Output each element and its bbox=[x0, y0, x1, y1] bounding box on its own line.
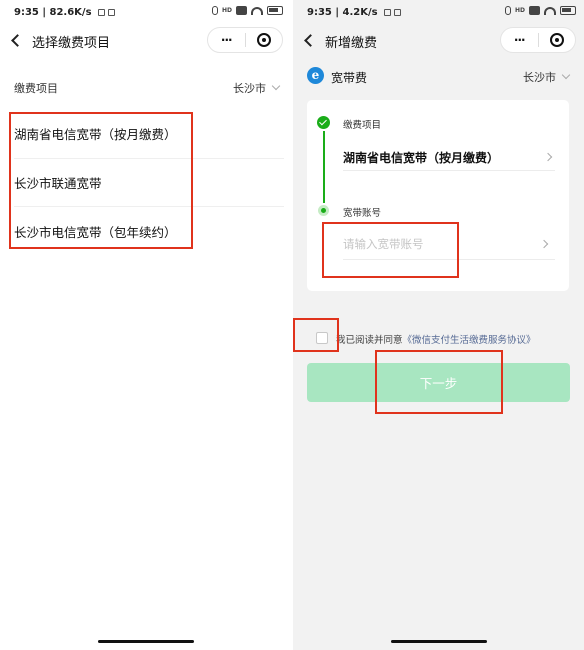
status-bar: 9:35 | 4.2K/s HD bbox=[293, 0, 584, 26]
close-miniprogram-button[interactable] bbox=[246, 33, 283, 47]
chevron-down-icon bbox=[561, 70, 571, 80]
item-label: 缴费项目 bbox=[343, 120, 382, 131]
home-indicator bbox=[390, 640, 487, 643]
bill-type-label: 宽带费 bbox=[331, 71, 368, 85]
home-indicator bbox=[97, 640, 194, 643]
nav-bar: 新增缴费 ··· bbox=[293, 26, 584, 54]
bluetooth-icon bbox=[211, 6, 218, 15]
more-menu-button[interactable]: ··· bbox=[501, 33, 538, 47]
hd-signal-icon: HD bbox=[514, 7, 525, 14]
back-icon[interactable] bbox=[10, 33, 22, 47]
target-icon bbox=[256, 33, 271, 47]
status-time-speed: 9:35 | 4.2K/s bbox=[307, 7, 378, 18]
signal-icon bbox=[529, 6, 540, 15]
notification-icon bbox=[394, 8, 402, 16]
city-selector[interactable]: 长沙市 bbox=[523, 69, 571, 85]
agreement-row: 我已阅读并同意《微信支付生活缴费服务协议》 bbox=[316, 331, 576, 347]
notification-icon bbox=[384, 8, 392, 16]
wifi-icon bbox=[251, 6, 263, 15]
miniprogram-capsule: ··· bbox=[500, 27, 576, 53]
page-title: 选择缴费项目 bbox=[32, 36, 111, 51]
check-circle-icon bbox=[317, 116, 330, 129]
close-miniprogram-button[interactable] bbox=[539, 33, 576, 47]
item-selector[interactable]: 湖南省电信宽带（按月缴费） bbox=[343, 143, 555, 171]
ie-logo-icon: e bbox=[307, 67, 324, 84]
chevron-right-icon bbox=[543, 152, 553, 162]
signal-icon bbox=[236, 6, 247, 15]
agreement-text: 我已阅读并同意 bbox=[336, 335, 403, 346]
next-step-button[interactable]: 下一步 bbox=[307, 363, 570, 402]
account-input[interactable] bbox=[343, 228, 555, 260]
right-phone-screen: 9:35 | 4.2K/s HD 新增缴费 ··· e 宽带费 长沙市 缴费项目 bbox=[293, 0, 584, 650]
wifi-icon bbox=[544, 6, 556, 15]
hd-signal-icon: HD bbox=[221, 7, 232, 14]
payment-form-card: 缴费项目 湖南省电信宽带（按月缴费） 宽带账号 bbox=[307, 100, 569, 291]
nav-bar: 选择缴费项目 ··· bbox=[0, 26, 291, 54]
agreement-checkbox[interactable] bbox=[316, 332, 328, 344]
left-phone-screen: 9:35 | 82.6K/s HD 选择缴费项目 ··· 缴费项目 长沙市 湖南… bbox=[0, 0, 291, 650]
current-step-icon bbox=[318, 205, 329, 216]
plan-item[interactable]: 长沙市联通宽带 bbox=[14, 159, 284, 207]
more-menu-button[interactable]: ··· bbox=[208, 33, 245, 47]
notification-icon bbox=[98, 8, 105, 16]
status-time-speed: 9:35 | 82.6K/s bbox=[14, 7, 92, 18]
plan-list: 湖南省电信宽带（按月缴费） 长沙市联通宽带 长沙市电信宽带（包年续约） bbox=[14, 110, 284, 256]
battery-icon bbox=[267, 6, 283, 15]
page-title: 新增缴费 bbox=[325, 36, 378, 51]
city-selector[interactable]: 长沙市 bbox=[233, 80, 281, 96]
miniprogram-capsule: ··· bbox=[207, 27, 283, 53]
status-bar: 9:35 | 82.6K/s HD bbox=[0, 0, 291, 26]
back-icon[interactable] bbox=[303, 33, 315, 47]
plan-header-label: 缴费项目 bbox=[14, 82, 58, 95]
step-connector bbox=[323, 131, 325, 203]
agreement-link[interactable]: 《微信支付生活缴费服务协议》 bbox=[403, 335, 536, 346]
bill-type-header: e 宽带费 长沙市 bbox=[307, 66, 571, 88]
item-value: 湖南省电信宽带（按月缴费） bbox=[343, 151, 500, 165]
plan-item[interactable]: 湖南省电信宽带（按月缴费） bbox=[14, 110, 284, 159]
plan-item[interactable]: 长沙市电信宽带（包年续约） bbox=[14, 207, 284, 256]
target-icon bbox=[549, 33, 564, 47]
bluetooth-icon bbox=[504, 6, 511, 15]
chevron-down-icon bbox=[271, 81, 281, 91]
notification-icon bbox=[108, 8, 115, 16]
plan-header: 缴费项目 长沙市 bbox=[14, 80, 281, 98]
account-label: 宽带账号 bbox=[343, 208, 382, 219]
battery-icon bbox=[560, 6, 576, 15]
